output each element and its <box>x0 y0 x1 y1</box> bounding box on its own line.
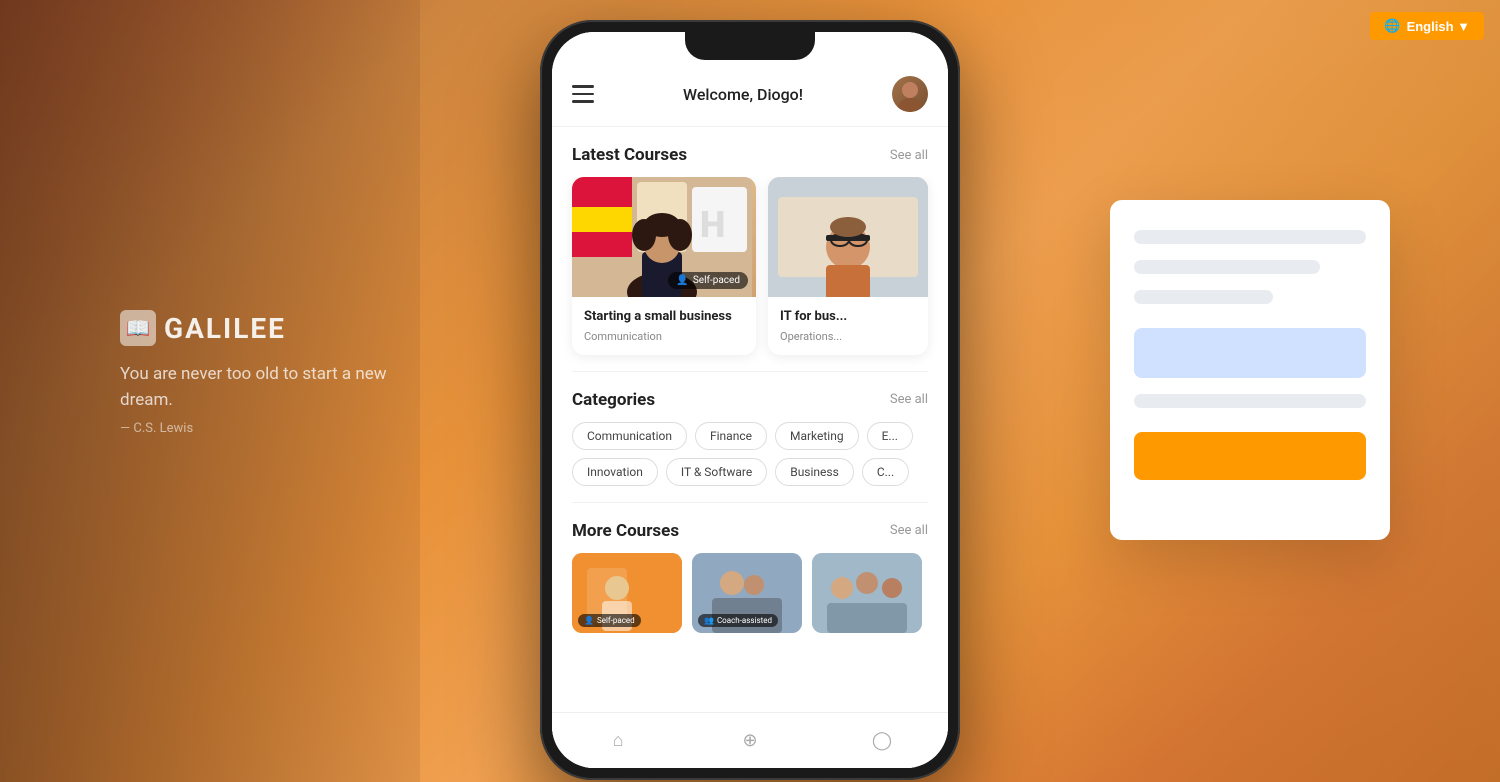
category-marketing[interactable]: Marketing <box>775 422 859 450</box>
course-category-2: Operations... <box>780 330 916 343</box>
course-thumb-1: e H <box>572 177 756 297</box>
home-icon: ⌂ <box>607 730 629 752</box>
self-paced-badge-1: 👤 Self-paced <box>668 272 748 289</box>
language-label: English ▼ <box>1407 19 1470 34</box>
bg-card-line-1 <box>1134 230 1366 244</box>
category-it-software[interactable]: IT & Software <box>666 458 767 486</box>
categories-header: Categories See all <box>552 372 948 422</box>
course-name-1: Starting a small business <box>584 309 744 326</box>
brand-name: GALILEE <box>164 312 286 345</box>
categories-title: Categories <box>572 390 655 410</box>
language-button[interactable]: 🌐 English ▼ <box>1370 12 1484 40</box>
phone-notch <box>685 32 815 60</box>
course-category-1: Communication <box>584 330 744 343</box>
person-icon-more-1: 👤 <box>584 616 594 625</box>
search-nav-icon: ⊕ <box>739 730 761 752</box>
course-thumb-2 <box>768 177 928 297</box>
nav-profile[interactable]: ◯ <box>871 730 893 752</box>
phone-inner: Welcome, Diogo! Latest Co <box>552 32 948 768</box>
svg-text:H: H <box>700 204 725 246</box>
avatar[interactable] <box>892 76 928 112</box>
latest-courses-header: Latest Courses See all <box>552 127 948 177</box>
phone-outer: Welcome, Diogo! Latest Co <box>540 20 960 780</box>
nav-explore[interactable]: ⊕ <box>739 730 761 752</box>
profile-nav-icon: ◯ <box>871 730 893 752</box>
course-info-2: IT for bus... Operations... <box>768 297 928 355</box>
more-courses-section: 👤 Self-paced <box>552 553 948 633</box>
course-card-1[interactable]: e H <box>572 177 756 355</box>
bg-card <box>1110 200 1390 540</box>
hamburger-line-2 <box>572 93 594 96</box>
more-card-2[interactable]: 👥 Coach-assisted <box>692 553 802 633</box>
course-card-2[interactable]: IT for bus... Operations... <box>768 177 928 355</box>
more-courses-title: More Courses <box>572 521 679 541</box>
more-courses-header: More Courses See all <box>552 503 948 553</box>
latest-courses-row: e H <box>552 177 948 371</box>
app-body[interactable]: Latest Courses See all <box>552 127 948 768</box>
latest-courses-title: Latest Courses <box>572 145 687 165</box>
welcome-text: Welcome, Diogo! <box>683 85 803 104</box>
person-icon: 👤 <box>676 275 688 286</box>
brand-author: — C.S. Lewis <box>120 421 420 436</box>
more-card-3[interactable] <box>812 553 922 633</box>
more-badge-label-2: Coach-assisted <box>717 616 772 625</box>
bg-card-line-3 <box>1134 290 1273 304</box>
nav-home[interactable]: ⌂ <box>607 730 629 752</box>
course-info-1: Starting a small business Communication <box>572 297 756 355</box>
self-paced-label-1: Self-paced <box>693 275 740 286</box>
bg-card-button <box>1134 432 1366 480</box>
brand-logo: 📖 GALILEE <box>120 310 420 346</box>
categories-see-all[interactable]: See all <box>890 392 928 407</box>
bg-card-line-4 <box>1134 394 1366 408</box>
more-courses-see-all[interactable]: See all <box>890 523 928 538</box>
bg-card-line-2 <box>1134 260 1320 274</box>
category-communication[interactable]: Communication <box>572 422 687 450</box>
brand-quote: You are never too old to start a new dre… <box>120 362 420 413</box>
brand-icon: 📖 <box>120 310 156 346</box>
category-e[interactable]: E... <box>867 422 913 450</box>
more-badge-2: 👥 Coach-assisted <box>698 614 778 627</box>
categories-section: Communication Finance Marketing E... Inn… <box>552 422 948 502</box>
category-finance[interactable]: Finance <box>695 422 767 450</box>
bottom-nav: ⌂ ⊕ ◯ <box>552 712 948 768</box>
globe-icon: 🌐 <box>1384 18 1400 34</box>
avatar-image <box>892 76 928 112</box>
hamburger-line-3 <box>572 100 594 103</box>
latest-courses-see-all[interactable]: See all <box>890 148 928 163</box>
hamburger-line-1 <box>572 85 594 88</box>
bg-card-highlight <box>1134 328 1366 378</box>
categories-wrap: Communication Finance Marketing E... Inn… <box>572 422 928 502</box>
more-card-1[interactable]: 👤 Self-paced <box>572 553 682 633</box>
category-business[interactable]: Business <box>775 458 854 486</box>
category-c[interactable]: C... <box>862 458 909 486</box>
course-name-2: IT for bus... <box>780 309 916 326</box>
brand-section: 📖 GALILEE You are never too old to start… <box>120 310 420 436</box>
menu-button[interactable] <box>572 85 594 103</box>
more-courses-row: 👤 Self-paced <box>572 553 928 633</box>
app-screen: Welcome, Diogo! Latest Co <box>552 32 948 768</box>
more-badge-1: 👤 Self-paced <box>578 614 641 627</box>
category-innovation[interactable]: Innovation <box>572 458 658 486</box>
phone-device: Welcome, Diogo! Latest Co <box>540 20 960 780</box>
more-badge-label-1: Self-paced <box>597 616 635 625</box>
group-icon-more-2: 👥 <box>704 616 714 625</box>
